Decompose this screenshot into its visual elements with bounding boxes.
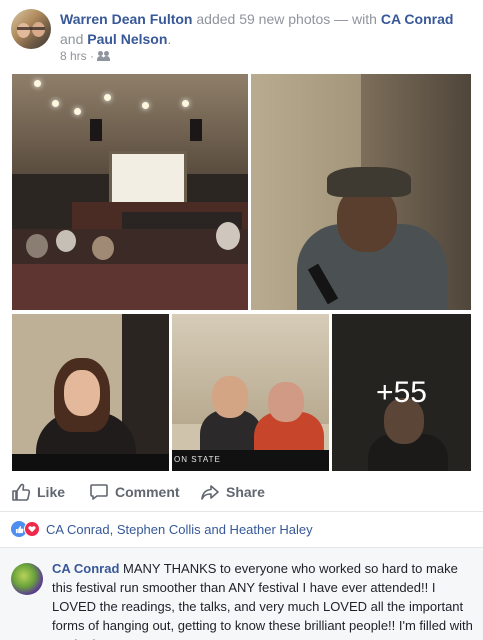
and-text: and <box>60 31 88 47</box>
ceiling-light <box>34 80 41 87</box>
post-meta: 8 hrs · <box>60 49 110 63</box>
avatar-glasses <box>17 27 45 30</box>
like-button[interactable]: Like <box>11 477 65 507</box>
friends-icon[interactable] <box>97 51 110 61</box>
table-plaque-text: ON STATE <box>174 455 221 464</box>
post-header: Warren Dean Fulton added 59 new photos —… <box>0 0 483 74</box>
headline-period: . <box>167 31 172 47</box>
photo-woman-speaking[interactable] <box>12 314 169 471</box>
photo-man-with-hat[interactable] <box>251 74 471 310</box>
ceiling-light <box>142 102 149 109</box>
share-arrow-icon <box>200 482 220 502</box>
commenter-name-link[interactable]: CA Conrad <box>52 561 119 576</box>
share-button[interactable]: Share <box>200 477 265 507</box>
reactions-summary[interactable]: CA Conrad, Stephen Collis and Heather Ha… <box>11 519 313 539</box>
photo-lecture-hall[interactable] <box>12 74 248 310</box>
woman-face <box>64 370 100 416</box>
audience-head <box>216 222 240 250</box>
audience-head <box>92 236 114 260</box>
action-bar: Like Comment Share <box>0 477 483 507</box>
tagged-person-2-link[interactable]: Paul Nelson <box>87 31 167 47</box>
projection-screen <box>112 154 184 202</box>
avatar-face-left <box>17 23 30 38</box>
wall-speaker <box>90 119 102 141</box>
author-name-link[interactable]: Warren Dean Fulton <box>60 11 193 27</box>
more-photos-count[interactable]: +55 <box>332 376 471 410</box>
reaction-icons <box>11 521 40 537</box>
post-timestamp[interactable]: 8 hrs · <box>60 49 94 63</box>
love-reaction-icon <box>24 521 40 537</box>
tagged-person-1-link[interactable]: CA Conrad <box>381 11 454 27</box>
photo-more[interactable]: +55 <box>332 314 471 471</box>
ceiling-light <box>182 100 189 107</box>
share-label: Share <box>226 484 265 500</box>
reactor-names[interactable]: CA Conrad, Stephen Collis and Heather Ha… <box>46 522 313 537</box>
post-headline: Warren Dean Fulton added 59 new photos —… <box>60 9 475 49</box>
comment-label: Comment <box>115 484 180 500</box>
comment-section: CA Conrad MANY THANKS to everyone who wo… <box>0 547 483 640</box>
background-wall <box>172 314 329 424</box>
commenter-avatar[interactable] <box>11 563 43 595</box>
ceiling-light <box>52 100 59 107</box>
ceiling-light <box>104 94 111 101</box>
like-label: Like <box>37 484 66 500</box>
comment-bubble-icon <box>89 482 109 502</box>
comment-body: CA Conrad MANY THANKS to everyone who wo… <box>52 559 476 640</box>
thumbs-up-icon <box>11 482 31 502</box>
audience-seats <box>12 264 248 310</box>
action-text: added 59 new photos — with <box>192 11 381 27</box>
desk <box>12 454 169 471</box>
photo-two-panelists[interactable]: ON STATE <box>172 314 329 471</box>
author-avatar[interactable] <box>11 9 51 49</box>
panelist-2-face <box>268 382 304 422</box>
audience-head <box>56 230 76 252</box>
comment-button[interactable]: Comment <box>89 477 180 507</box>
divider <box>0 511 483 512</box>
panelist-1-face <box>212 376 248 418</box>
man-hat <box>327 167 411 197</box>
audience-head <box>26 234 48 258</box>
ceiling-light <box>74 108 81 115</box>
wall-speaker <box>190 119 202 141</box>
